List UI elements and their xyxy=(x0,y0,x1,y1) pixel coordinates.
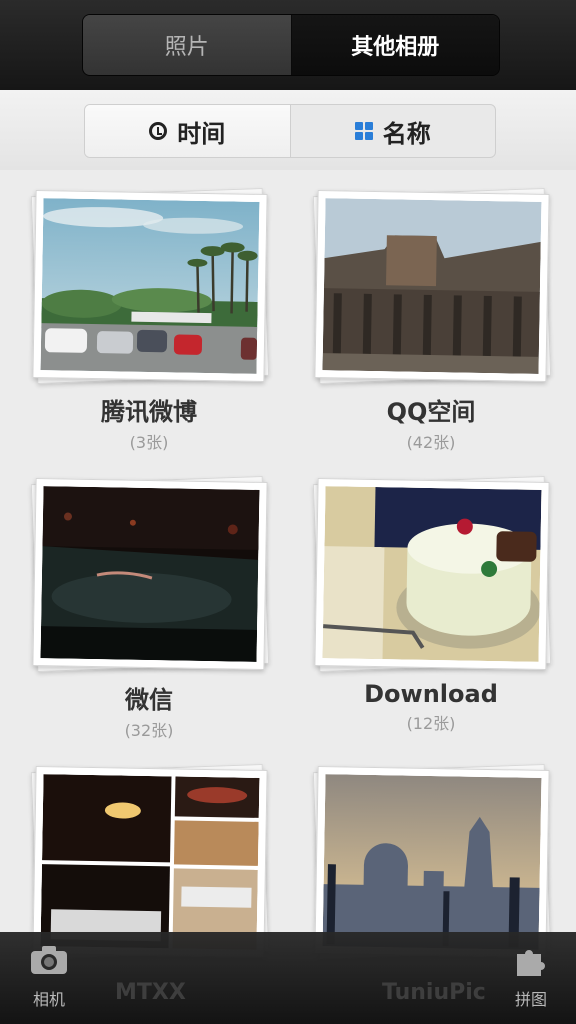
parking-lot-photo xyxy=(40,198,260,374)
album-thumbnail xyxy=(312,476,552,672)
album-thumbnail xyxy=(312,188,552,384)
album-count: (3张) xyxy=(129,433,169,452)
album-name: 腾讯微博 xyxy=(101,398,197,426)
clock-icon xyxy=(149,122,168,140)
sort-time-label: 时间 xyxy=(177,119,226,148)
album-count: (12张) xyxy=(406,714,456,733)
tab-photos[interactable]: 照片 xyxy=(83,15,292,75)
album-thumbnail xyxy=(30,188,270,384)
album-mtxx[interactable] xyxy=(30,764,270,960)
album-name: QQ空间 xyxy=(386,398,476,426)
city-skyline-photo xyxy=(322,774,542,950)
puzzle-button[interactable]: 拼图 xyxy=(496,944,566,1010)
album-count: (42张) xyxy=(406,433,456,452)
puzzle-label: 拼图 xyxy=(514,990,547,1009)
sort-bar: 时间 名称 xyxy=(0,90,576,170)
album-download[interactable]: Download (12张) xyxy=(312,476,552,734)
temple-photo xyxy=(322,198,542,374)
album-tencent-weibo[interactable]: 腾讯微博 (3张) xyxy=(30,188,270,453)
camera-label: 相机 xyxy=(32,990,65,1009)
album-name-mtxx: MTXX xyxy=(115,980,186,1005)
album-thumbnail xyxy=(30,764,270,960)
collage-photo xyxy=(40,774,260,950)
night-pool-photo xyxy=(40,486,260,662)
tab-other-albums[interactable]: 其他相册 xyxy=(291,15,499,75)
sort-switch: 时间 名称 xyxy=(84,104,496,158)
album-type-switch: 照片 其他相册 xyxy=(82,14,500,76)
camera-button[interactable]: 相机 xyxy=(14,944,84,1010)
album-thumbnail xyxy=(312,764,552,960)
album-wechat[interactable]: 微信 (32张) xyxy=(30,476,270,741)
album-count: (32张) xyxy=(124,721,174,740)
album-name-tuniupic: TuniuPic xyxy=(382,980,486,1005)
cake-photo xyxy=(322,486,542,662)
puzzle-icon xyxy=(517,950,545,976)
album-qq-space[interactable]: QQ空间 (42张) xyxy=(312,188,552,453)
top-bar: 照片 其他相册 xyxy=(0,0,576,90)
sort-name-label: 名称 xyxy=(382,119,431,148)
bottom-toolbar: MTXX TuniuPic 相机 拼图 xyxy=(0,932,576,1024)
sort-by-name-button[interactable]: 名称 xyxy=(291,105,496,157)
album-name: Download xyxy=(364,680,498,708)
album-name: 微信 xyxy=(125,686,173,714)
camera-icon xyxy=(31,946,67,974)
grid-icon xyxy=(354,122,373,140)
sort-by-time-button[interactable]: 时间 xyxy=(85,105,291,157)
album-tuniupic[interactable] xyxy=(312,764,552,960)
album-thumbnail xyxy=(30,476,270,672)
